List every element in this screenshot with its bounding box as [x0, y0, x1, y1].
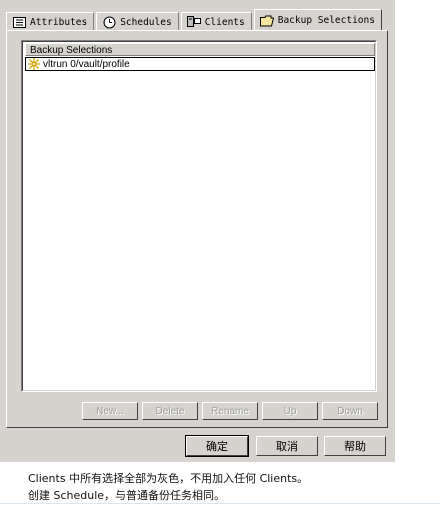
new-button[interactable]: New... — [82, 402, 138, 420]
tab-clients-label: Clients — [204, 16, 245, 28]
tab-clients[interactable]: Clients — [180, 12, 252, 31]
backup-selections-list[interactable]: Backup Selections vltrun 0/vault/profile — [21, 40, 377, 392]
tab-attributes-label: Attributes — [30, 16, 88, 28]
tab-schedules[interactable]: Schedules — [96, 12, 179, 31]
list-item[interactable]: vltrun 0/vault/profile — [25, 57, 375, 71]
tab-strip: Attributes Schedules Clients Backup Sele… — [6, 9, 384, 31]
tab-backup-selections[interactable]: Backup Selections — [253, 9, 382, 31]
rename-button[interactable]: Rename — [202, 402, 258, 420]
tab-schedules-label: Schedules — [120, 16, 172, 28]
policy-dialog: Attributes Schedules Clients Backup Sele… — [0, 0, 395, 462]
star-icon — [27, 58, 41, 71]
column-header-backup-selections[interactable]: Backup Selections — [25, 43, 375, 56]
down-button[interactable]: Down — [322, 402, 378, 420]
folder-icon — [259, 14, 274, 27]
client-icon — [186, 16, 201, 29]
up-button[interactable]: Up — [262, 402, 318, 420]
cancel-button[interactable]: 取消 — [256, 436, 318, 456]
caption-line-2: 创建 Schedule，与普通备份任务相同。 — [28, 489, 226, 502]
help-button[interactable]: 帮助 — [324, 436, 386, 456]
list-frame: Backup Selections vltrun 0/vault/profile — [22, 41, 376, 391]
divider — [0, 503, 440, 504]
list-icon — [12, 16, 26, 29]
list-item-path: vltrun 0/vault/profile — [43, 58, 130, 70]
delete-button[interactable]: Delete — [142, 402, 198, 420]
tab-attributes[interactable]: Attributes — [6, 12, 95, 31]
caption-line-1: Clients 中所有选择全部为灰色，不用加入任何 Clients。 — [28, 472, 309, 485]
clock-icon — [102, 16, 116, 29]
ok-button[interactable]: 确定 — [185, 435, 249, 457]
tab-backup-selections-label: Backup Selections — [277, 15, 375, 26]
